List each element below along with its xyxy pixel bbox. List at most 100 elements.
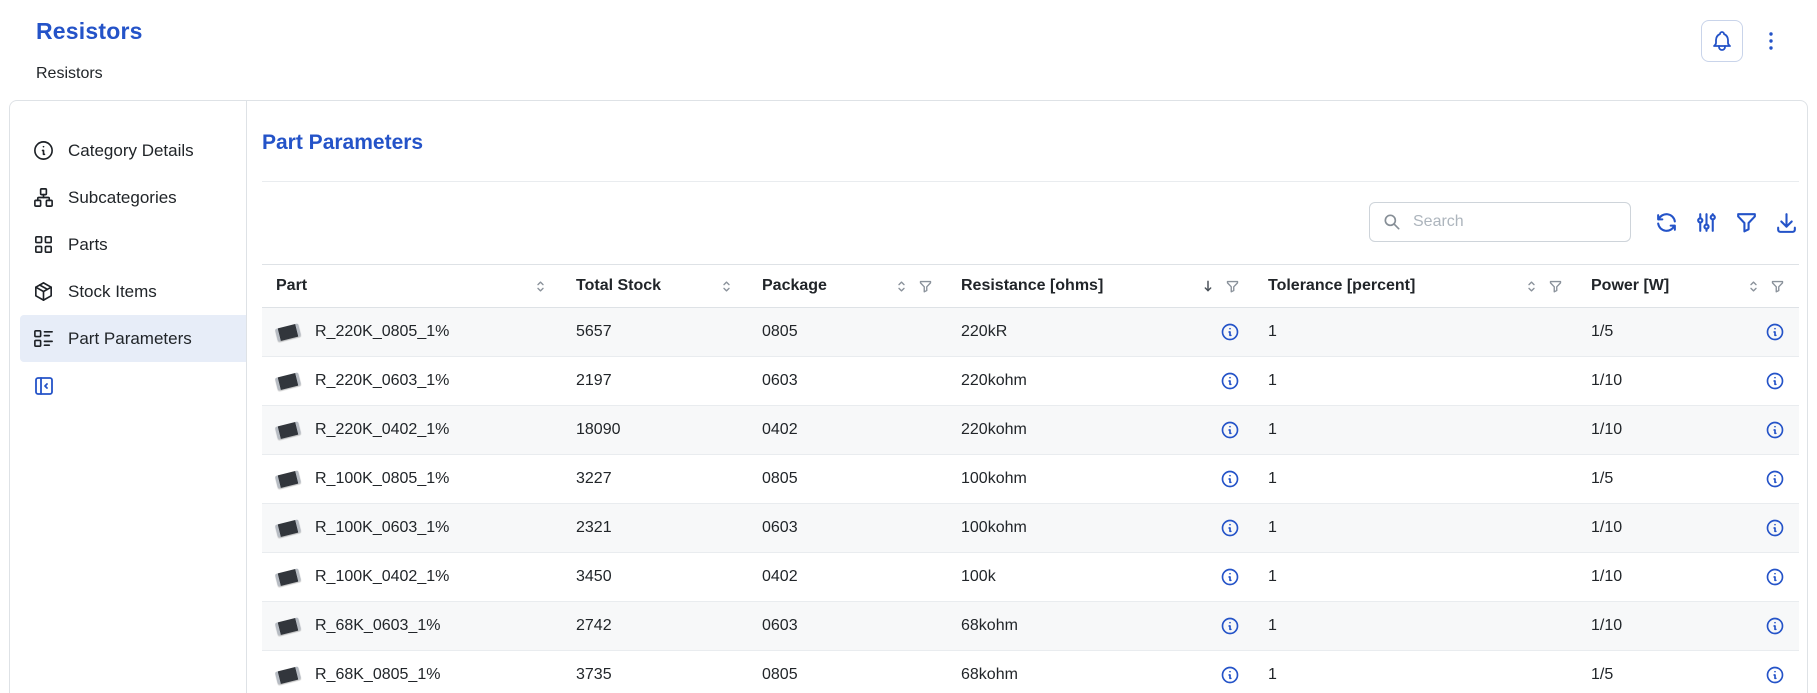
power-info-icon[interactable] — [1765, 518, 1785, 538]
resistance-info-icon[interactable] — [1220, 616, 1240, 636]
parameters-table: PartTotal StockPackage Resistance [ohms] T… — [262, 264, 1799, 693]
power-info-icon[interactable] — [1765, 371, 1785, 391]
resistance-info-icon[interactable] — [1220, 518, 1240, 538]
part-name: R_100K_0402_1% — [315, 568, 449, 586]
resistance-value: 68kohm — [961, 666, 1018, 684]
sidebar-item-parts[interactable]: Parts — [20, 221, 246, 268]
resistance-info-icon[interactable] — [1220, 371, 1240, 391]
part-cell: R_100K_0402_1% — [262, 553, 562, 602]
tolerance-cell: 1 — [1254, 651, 1577, 693]
sidebar-item-part-parameters[interactable]: Part Parameters — [20, 315, 246, 362]
resistance-info-icon[interactable] — [1220, 567, 1240, 587]
total-stock-cell: 2742 — [562, 602, 748, 651]
table-row[interactable]: R_68K_0805_1%3735080568kohm11/5 — [262, 651, 1799, 693]
resistance-info-icon[interactable] — [1220, 420, 1240, 440]
table-row[interactable]: R_100K_0402_1%34500402100k11/10 — [262, 553, 1799, 602]
power-info-icon[interactable] — [1765, 322, 1785, 342]
power-info-icon[interactable] — [1765, 469, 1785, 489]
grid-icon — [32, 233, 55, 256]
column-header-power-w[interactable]: Power [W] — [1577, 265, 1799, 308]
part-thumbnail-icon — [275, 666, 301, 684]
resistance-info-icon[interactable] — [1220, 665, 1240, 685]
total-stock-cell: 5657 — [562, 308, 748, 357]
refresh-button[interactable] — [1654, 210, 1679, 235]
search-input[interactable] — [1411, 212, 1618, 232]
sidebar-item-subcategories[interactable]: Subcategories — [20, 174, 246, 221]
sidebar-collapse-icon — [32, 374, 56, 398]
tolerance-cell: 1 — [1254, 308, 1577, 357]
tolerance-cell: 1 — [1254, 553, 1577, 602]
power-info-icon[interactable] — [1765, 665, 1785, 685]
sidebar-item-label: Part Parameters — [68, 329, 192, 349]
column-filter-icon[interactable] — [918, 279, 933, 294]
table-row[interactable]: R_100K_0603_1%23210603100kohm11/10 — [262, 504, 1799, 553]
column-header-package[interactable]: Package — [748, 265, 947, 308]
column-header-resistance-ohms[interactable]: Resistance [ohms] — [947, 265, 1254, 308]
sidebar: Category Details Subcategories — [10, 101, 247, 693]
column-filter-icon[interactable] — [1770, 279, 1785, 294]
sort-icon[interactable] — [1524, 279, 1539, 294]
resistance-value: 220kohm — [961, 421, 1027, 439]
table-row[interactable]: R_220K_0402_1%180900402220kohm11/10 — [262, 406, 1799, 455]
collapse-sidebar-button[interactable] — [32, 374, 56, 398]
sidebar-item-category-details[interactable]: Category Details — [20, 127, 246, 174]
resistance-info-icon[interactable] — [1220, 322, 1240, 342]
table-row[interactable]: R_220K_0603_1%21970603220kohm11/10 — [262, 357, 1799, 406]
total-stock-cell: 3450 — [562, 553, 748, 602]
sidebar-item-label: Category Details — [68, 141, 194, 161]
sort-icon[interactable] — [719, 279, 734, 294]
part-thumbnail-icon — [275, 470, 301, 488]
download-button[interactable] — [1774, 210, 1799, 235]
menu-button[interactable] — [1759, 29, 1783, 53]
part-thumbnail-icon — [275, 568, 301, 586]
sidebar-item-stock-items[interactable]: Stock Items — [20, 268, 246, 315]
part-cell: R_220K_0603_1% — [262, 357, 562, 406]
table-row[interactable]: R_100K_0805_1%32270805100kohm11/5 — [262, 455, 1799, 504]
filter-button[interactable] — [1734, 210, 1759, 235]
main-panel: Category Details Subcategories — [9, 100, 1808, 693]
part-name: R_220K_0402_1% — [315, 421, 449, 439]
column-filter-icon[interactable] — [1548, 279, 1563, 294]
column-label: Power [W] — [1591, 277, 1669, 295]
total-stock-cell: 3735 — [562, 651, 748, 693]
power-value: 1/5 — [1591, 470, 1613, 488]
power-info-icon[interactable] — [1765, 420, 1785, 440]
sort-icon[interactable] — [1746, 279, 1761, 294]
part-thumbnail-icon — [275, 421, 301, 439]
tolerance-cell: 1 — [1254, 455, 1577, 504]
power-value: 1/10 — [1591, 372, 1622, 390]
total-stock-cell: 2197 — [562, 357, 748, 406]
table-row[interactable]: R_220K_0805_1%56570805220kR11/5 — [262, 308, 1799, 357]
power-info-icon[interactable] — [1765, 616, 1785, 636]
resistance-cell: 100kohm — [947, 504, 1254, 553]
power-cell: 1/10 — [1577, 602, 1799, 651]
list-details-icon — [32, 327, 55, 350]
sort-icon[interactable] — [894, 279, 909, 294]
column-header-total-stock[interactable]: Total Stock — [562, 265, 748, 308]
page-title: Resistors — [36, 18, 143, 45]
filter-icon — [1734, 210, 1759, 235]
toolbar — [262, 202, 1799, 242]
sort-icon[interactable] — [533, 279, 548, 294]
column-header-tolerance-percent[interactable]: Tolerance [percent] — [1254, 265, 1577, 308]
power-info-icon[interactable] — [1765, 567, 1785, 587]
breadcrumb[interactable]: Resistors — [36, 65, 143, 83]
column-label: Resistance [ohms] — [961, 277, 1103, 295]
resistance-value: 220kR — [961, 323, 1007, 341]
part-thumbnail-icon — [275, 372, 301, 390]
part-cell: R_100K_0603_1% — [262, 504, 562, 553]
adjustments-button[interactable] — [1694, 210, 1719, 235]
package-cell: 0805 — [748, 308, 947, 357]
column-label: Tolerance [percent] — [1268, 277, 1415, 295]
part-cell: R_220K_0402_1% — [262, 406, 562, 455]
column-filter-icon[interactable] — [1225, 279, 1240, 294]
column-header-part[interactable]: Part — [262, 265, 562, 308]
power-cell: 1/10 — [1577, 406, 1799, 455]
sort-desc-icon[interactable] — [1200, 278, 1216, 294]
resistance-info-icon[interactable] — [1220, 469, 1240, 489]
package-cell: 0603 — [748, 504, 947, 553]
table-row[interactable]: R_68K_0603_1%2742060368kohm11/10 — [262, 602, 1799, 651]
notifications-button[interactable] — [1701, 20, 1743, 62]
package-cell: 0402 — [748, 406, 947, 455]
power-cell: 1/5 — [1577, 308, 1799, 357]
